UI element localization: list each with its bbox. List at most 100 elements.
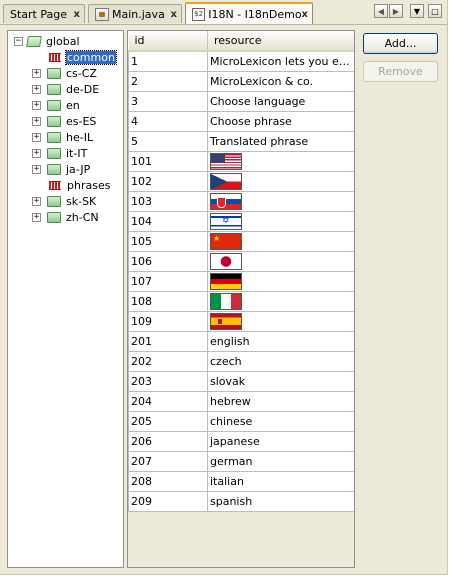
table-row[interactable]: 101 [128,151,354,172]
expand-icon[interactable]: + [32,213,41,222]
table-row[interactable]: 209 spanish [128,491,354,512]
tree-node-phrases[interactable]: phrases [48,177,111,193]
cell-id[interactable]: 109 [128,311,208,332]
table-row[interactable]: 107 [128,271,354,292]
cell-id[interactable]: 2 [128,71,208,92]
cell-resource-flag[interactable] [207,231,354,252]
tree-node-zh-cn[interactable]: + zh-CN [32,209,100,225]
table-row[interactable]: 3 Choose language [128,91,354,112]
expand-icon[interactable]: + [32,197,41,206]
cell-id[interactable]: 206 [128,431,208,452]
scroll-tabs-left-icon[interactable]: ◀ [374,4,388,18]
cell-resource[interactable]: MicroLexicon lets you easil... [207,50,354,72]
table-row[interactable]: 108 [128,291,354,312]
cell-id[interactable]: 202 [128,351,208,372]
tree-node-en[interactable]: + en [32,97,81,113]
cell-resource[interactable]: german [207,451,354,472]
cell-id[interactable]: 104 [128,211,208,232]
cell-id[interactable]: 205 [128,411,208,432]
expand-icon[interactable]: + [32,149,41,158]
cell-id[interactable]: 101 [128,151,208,172]
cell-id[interactable]: 108 [128,291,208,312]
table-row[interactable]: 206 japanese [128,431,354,452]
resource-table[interactable]: id resource 1 MicroLexicon lets you easil… [128,31,354,512]
cell-id[interactable]: 204 [128,391,208,412]
table-row[interactable]: 5 Translated phrase [128,131,354,152]
cell-resource[interactable]: chinese [207,411,354,432]
cell-resource[interactable]: hebrew [207,391,354,412]
table-row[interactable]: 204 hebrew [128,391,354,412]
resource-tree[interactable]: − global common + cs-CZ + de-DE + en + e… [7,30,124,568]
column-header-id[interactable]: id [128,31,208,52]
table-row[interactable]: 103 [128,191,354,212]
cell-resource[interactable]: Choose language [207,91,354,112]
cell-resource-flag[interactable] [207,251,354,272]
cell-id[interactable]: 203 [128,371,208,392]
cell-id[interactable]: 5 [128,131,208,152]
table-row[interactable]: 2 MicroLexicon & co. [128,71,354,92]
close-tab-icon[interactable]: x [171,9,177,20]
tree-node-global[interactable]: − global [10,33,81,49]
expand-icon[interactable]: + [32,117,41,126]
cell-id[interactable]: 201 [128,331,208,352]
cell-id[interactable]: 1 [128,50,208,72]
cell-resource[interactable]: english [207,331,354,352]
cell-id[interactable]: 3 [128,91,208,112]
tree-node-cs-cz[interactable]: + cs-CZ [32,65,98,81]
cell-id[interactable]: 103 [128,191,208,212]
cell-resource[interactable]: czech [207,351,354,372]
tree-node-ja-jp[interactable]: + ja-JP [32,161,91,177]
tree-node-common[interactable]: common [48,49,117,65]
close-tab-icon[interactable]: x [74,9,80,20]
tab-i18n-demo[interactable]: $2 I18N - I18nDemo x [185,2,313,24]
table-row[interactable]: 105 [128,231,354,252]
cell-id[interactable]: 107 [128,271,208,292]
cell-resource[interactable]: italian [207,471,354,492]
resource-table-container[interactable]: id resource 1 MicroLexicon lets you easil… [127,30,355,568]
table-row[interactable]: 1 MicroLexicon lets you easil... [128,50,354,72]
cell-resource-flag[interactable] [207,191,354,212]
tab-main-java[interactable]: Main.java x [88,4,182,23]
expand-icon[interactable]: + [32,165,41,174]
table-row[interactable]: 207 german [128,451,354,472]
tree-node-de-de[interactable]: + de-DE [32,81,100,97]
cell-resource[interactable]: Choose phrase [207,111,354,132]
cell-id[interactable]: 208 [128,471,208,492]
maximize-window-icon[interactable]: □ [428,4,442,18]
cell-resource[interactable]: slovak [207,371,354,392]
cell-resource-flag[interactable] [207,291,354,312]
tab-list-dropdown-icon[interactable]: ▼ [410,4,424,18]
column-header-resource[interactable]: resource [207,31,354,52]
cell-id[interactable]: 209 [128,491,208,512]
table-row[interactable]: 205 chinese [128,411,354,432]
tree-node-es-es[interactable]: + es-ES [32,113,97,129]
table-row[interactable]: 208 italian [128,471,354,492]
expand-icon[interactable]: + [32,133,41,142]
cell-resource[interactable]: japanese [207,431,354,452]
cell-id[interactable]: 4 [128,111,208,132]
table-row[interactable]: 102 [128,171,354,192]
cell-resource-flag[interactable] [207,271,354,292]
cell-id[interactable]: 207 [128,451,208,472]
scroll-tabs-right-icon[interactable]: ▶ [389,4,403,18]
table-row[interactable]: 4 Choose phrase [128,111,354,132]
cell-resource[interactable]: MicroLexicon & co. [207,71,354,92]
table-row[interactable]: 106 [128,251,354,272]
table-row[interactable]: 109 [128,311,354,332]
expand-icon[interactable]: + [32,69,41,78]
tree-node-he-il[interactable]: + he-IL [32,129,94,145]
expand-icon[interactable]: + [32,101,41,110]
tab-start-page[interactable]: Start Page x [3,4,85,23]
table-row[interactable]: 202 czech [128,351,354,372]
table-row[interactable]: 201 english [128,331,354,352]
tree-node-it-it[interactable]: + it-IT [32,145,88,161]
cell-resource-flag[interactable] [207,311,354,332]
table-row[interactable]: 203 slovak [128,371,354,392]
expand-icon[interactable]: + [32,85,41,94]
add-button[interactable]: Add... [363,33,438,54]
tree-node-sk-sk[interactable]: + sk-SK [32,193,97,209]
cell-id[interactable]: 102 [128,171,208,192]
cell-id[interactable]: 106 [128,251,208,272]
cell-id[interactable]: 105 [128,231,208,252]
cell-resource-flag[interactable] [207,171,354,192]
